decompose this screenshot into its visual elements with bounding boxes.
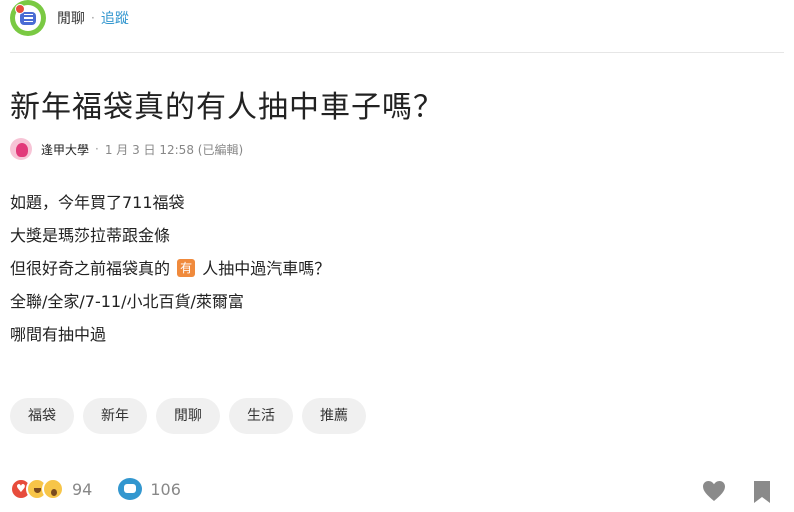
content-line-part: 但很好奇之前福袋真的: [10, 259, 171, 278]
content-line: 但很好奇之前福袋真的 有 人抽中過汽車嗎？: [10, 252, 330, 285]
content-line: 全聯/全家/7-11/小北百貨/萊爾富: [10, 292, 244, 311]
post-meta: 逢甲大學 · 1 月 3 日 12:58 (已編輯): [10, 137, 243, 161]
tag-chip[interactable]: 生活: [229, 398, 293, 434]
post-footer: 94 106: [10, 478, 784, 506]
author-school[interactable]: 逢甲大學: [41, 141, 89, 158]
post-content: 如題，今年買了711福袋 大獎是瑪莎拉蒂跟金條 但很好奇之前福袋真的 有 人抽中…: [10, 186, 330, 351]
content-line: 如題，今年買了711福袋: [10, 193, 185, 212]
meta-separator: ·: [95, 142, 99, 156]
tag-chip[interactable]: 推薦: [302, 398, 366, 434]
wow-reaction-icon: [42, 478, 64, 500]
content-line: 哪間有抽中過: [10, 325, 107, 344]
content-line-part: 人抽中過汽車嗎？: [202, 259, 331, 278]
forum-header: 閒聊 · 追蹤: [10, 0, 129, 36]
post-timestamp: 1 月 3 日 12:58 (已編輯): [104, 142, 244, 157]
follow-button[interactable]: 追蹤: [101, 8, 129, 28]
forum-name[interactable]: 閒聊: [57, 8, 85, 28]
author-avatar-icon[interactable]: [10, 138, 32, 160]
post-title: 新年福袋真的有人抽中車子嗎？: [10, 90, 444, 125]
notification-dot-icon: [15, 4, 25, 14]
tag-chip[interactable]: 閒聊: [156, 398, 220, 434]
comment-count: 106: [150, 479, 181, 499]
tag-list: 福袋 新年 閒聊 生活 推薦: [10, 398, 366, 434]
content-line: 大獎是瑪莎拉蒂跟金條: [10, 226, 171, 245]
you-emoji-icon: 有: [177, 259, 196, 277]
header-divider: [10, 52, 784, 53]
bookmark-icon[interactable]: [752, 480, 772, 504]
header-separator: ·: [91, 11, 95, 25]
heart-like-icon[interactable]: [702, 480, 726, 502]
tag-chip[interactable]: 新年: [83, 398, 147, 434]
reactions-bar[interactable]: 94 106: [10, 478, 181, 500]
reaction-count: 94: [72, 479, 93, 499]
comment-icon[interactable]: [118, 478, 143, 500]
tag-chip[interactable]: 福袋: [10, 398, 74, 434]
forum-chat-icon[interactable]: [10, 0, 46, 36]
